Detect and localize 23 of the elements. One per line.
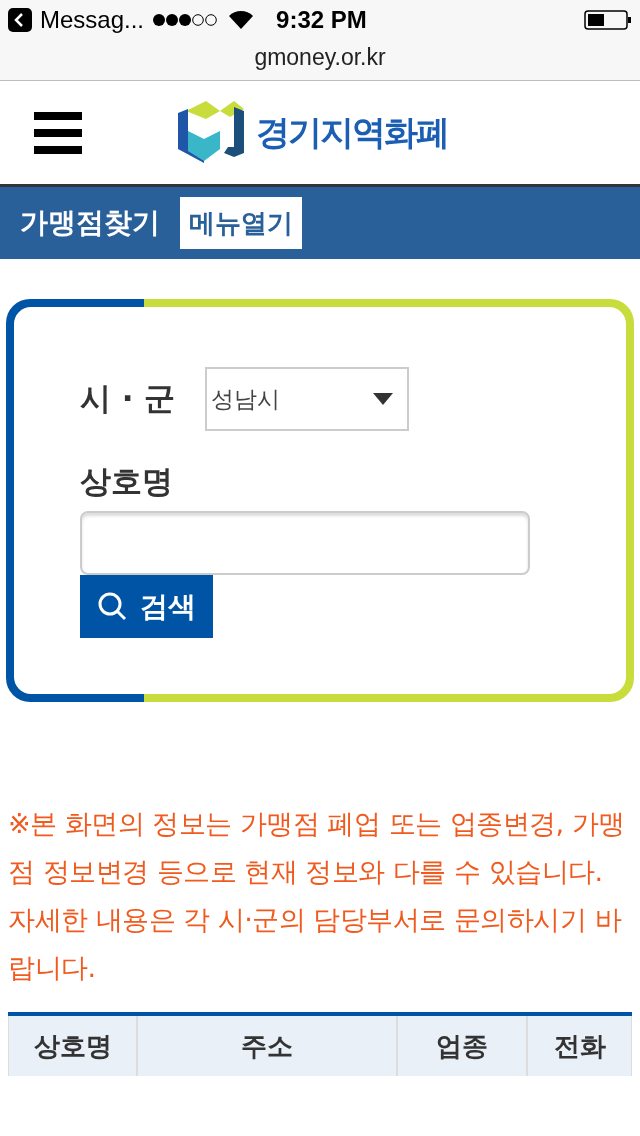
- logo-text: 경기지역화폐: [256, 110, 448, 154]
- back-label[interactable]: Messag...: [40, 6, 145, 34]
- menu-icon[interactable]: [34, 111, 82, 154]
- wifi-icon: [228, 10, 255, 30]
- search-button[interactable]: 검색: [80, 575, 213, 638]
- dropdown-arrow-icon: [373, 393, 394, 405]
- clock-time: 9:32 PM: [276, 6, 367, 34]
- column-header: 업종: [397, 1016, 527, 1076]
- notice-text: 자세한 내용은 각 시·군의 담당부서로 문의하시기 바랍니다.: [8, 903, 623, 985]
- battery-icon: [584, 10, 632, 30]
- notice-text: ※본 화면의 정보는 가맹점 폐업 또는 업종변경, 가맹점 정보변경 등으로 현재 정보와 다를 수 있습니다.: [8, 807, 626, 889]
- city-dropdown[interactable]: 성남시: [205, 367, 410, 431]
- city-label: 시 · 군: [80, 379, 176, 418]
- store-name-field[interactable]: [80, 511, 530, 575]
- url-label[interactable]: gmoney.or.kr: [0, 40, 640, 80]
- column-header: 주소: [137, 1016, 397, 1076]
- search-icon: [98, 591, 128, 622]
- column-header: 전화: [527, 1016, 632, 1076]
- back-icon[interactable]: [8, 8, 32, 32]
- store-name-label: 상호명: [80, 462, 174, 501]
- column-header: 상호명: [8, 1016, 137, 1076]
- page-title: 가맹점찾기: [20, 205, 160, 241]
- menu-open-button[interactable]: 메뉴열기: [180, 197, 302, 249]
